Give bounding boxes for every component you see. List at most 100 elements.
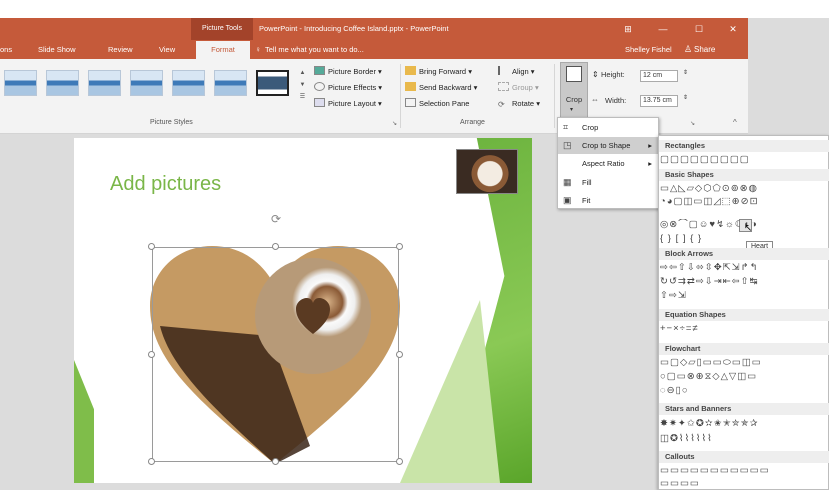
coffee-thumbnail-image[interactable]: [456, 149, 518, 194]
shapes-row[interactable]: ◔◕▢◫▭◫◿⬚⊕⊘⊡: [660, 196, 829, 208]
picture-border-button[interactable]: Picture Border ▾: [314, 65, 382, 79]
resize-handle[interactable]: [272, 458, 279, 465]
resize-handle[interactable]: [148, 243, 155, 250]
group-button[interactable]: Group ▾: [498, 81, 539, 95]
height-field[interactable]: 12 cm: [640, 70, 678, 82]
group-icon: [498, 82, 509, 91]
resize-handle[interactable]: [396, 351, 403, 358]
size-dialog-launcher-icon[interactable]: ↘: [690, 120, 695, 127]
resize-handle[interactable]: [148, 458, 155, 465]
top-strip: [0, 0, 829, 18]
picture-styles-group-label: Picture Styles: [150, 119, 193, 126]
tab-review[interactable]: Review: [108, 40, 133, 59]
arrange-group-label: Arrange: [460, 119, 485, 126]
shapes-row[interactable]: ◌⊖▯○: [660, 385, 829, 397]
picture-border-icon: [314, 66, 325, 75]
lightbulb-icon: ♀: [255, 45, 261, 54]
crop-button-label: Crop: [565, 95, 583, 104]
crop-to-shape-icon: ◳: [563, 140, 572, 150]
tab-addins[interactable]: ons: [0, 40, 12, 59]
selection-pane-icon: [405, 98, 416, 107]
shapes-section-header: Callouts: [659, 451, 829, 463]
shapes-section-header: Basic Shapes: [659, 169, 829, 181]
shapes-row[interactable]: ◫✪⌇⌇⌇⌇⌇⌇: [660, 433, 829, 445]
crop-dropdown-icon: ▾: [570, 107, 574, 113]
tab-slide-show[interactable]: Slide Show: [38, 40, 76, 59]
picture-style-thumb[interactable]: [214, 70, 247, 96]
shapes-row[interactable]: ⇧⇨⇲: [660, 290, 829, 302]
width-icon: ⇔: [591, 95, 599, 104]
height-label: Height:: [601, 70, 625, 79]
picture-selection-box: [152, 247, 399, 462]
maximize-button[interactable]: ☐: [688, 18, 710, 40]
picture-style-thumb[interactable]: [130, 70, 163, 96]
mouse-cursor-icon: ↖: [744, 223, 753, 234]
bring-forward-button[interactable]: Bring Forward ▾: [405, 65, 472, 79]
picture-layout-button[interactable]: Picture Layout ▾: [314, 97, 382, 111]
align-icon: [498, 66, 509, 75]
shapes-row[interactable]: ▭△◺▱◇⬡⬠⊙⊚⊗◍: [660, 183, 829, 195]
user-name[interactable]: Shelley Fishel: [625, 40, 672, 59]
shapes-row[interactable]: ▭▢◇▱▯▭▭⬭▭◫▭: [660, 357, 829, 369]
crop-icon: ⌗: [563, 122, 569, 132]
rotation-handle-icon[interactable]: ⟳: [271, 212, 281, 226]
shapes-section-header: Block Arrows: [659, 248, 829, 260]
shapes-row[interactable]: ↻↺⇉⇄⇨⇩⇥⇤⇦⇧↹: [660, 276, 829, 288]
width-label: Width:: [605, 96, 627, 105]
shapes-row[interactable]: ▢▢▢▢▢▢▢▢▢: [660, 154, 829, 166]
shapes-row[interactable]: ▭▭▭▭▭▭▭▭▭▭▭: [660, 465, 829, 477]
shapes-row[interactable]: ○▢▭⊗⊕⧖◇△▽◫▭: [660, 371, 829, 383]
send-backward-icon: [405, 82, 416, 91]
picture-style-thumb[interactable]: [172, 70, 205, 96]
gallery-more-icon[interactable]: ☰: [299, 92, 306, 102]
align-button[interactable]: Align ▾: [498, 65, 535, 79]
shapes-row[interactable]: +−×÷=≠: [660, 323, 829, 335]
fill-icon: ▦: [563, 177, 572, 187]
picture-style-thumb[interactable]: [46, 70, 79, 96]
crop-menu-item-aspect-ratio[interactable]: Aspect Ratio ▸: [558, 155, 658, 172]
shapes-row[interactable]: { } [ ] { }: [660, 233, 829, 245]
share-button[interactable]: Share: [694, 40, 715, 59]
tell-me-search[interactable]: Tell me what you want to do...: [265, 40, 364, 59]
width-field[interactable]: 13.75 cm: [640, 95, 678, 107]
shapes-row[interactable]: ▭▭▭▭: [660, 478, 829, 490]
resize-handle[interactable]: [396, 243, 403, 250]
picture-effects-button[interactable]: Picture Effects ▾: [314, 81, 382, 95]
height-icon: ⇕: [592, 70, 599, 79]
minimize-button[interactable]: —: [652, 18, 674, 40]
picture-effects-icon: [314, 82, 325, 91]
fit-icon: ▣: [563, 195, 572, 205]
send-backward-button[interactable]: Send Backward ▾: [405, 81, 477, 95]
picture-style-thumb[interactable]: [4, 70, 37, 96]
gallery-up-icon[interactable]: ▲: [299, 68, 306, 78]
selection-pane-button[interactable]: Selection Pane: [405, 97, 469, 111]
tab-view[interactable]: View: [159, 40, 175, 59]
window-title: PowerPoint - Introducing Coffee Island.p…: [259, 24, 449, 33]
collapse-ribbon-icon[interactable]: ^: [733, 118, 737, 127]
resize-handle[interactable]: [272, 243, 279, 250]
shapes-row[interactable]: ⇨⇦⇧⇩⬄⇳✥⇱⇲↱↰: [660, 262, 829, 274]
gallery-down-icon[interactable]: ▼: [299, 80, 306, 90]
picture-style-thumb[interactable]: [88, 70, 121, 96]
dialog-launcher-icon[interactable]: ↘: [392, 120, 397, 127]
width-spinner-icon[interactable]: ⇕: [683, 94, 688, 101]
shapes-row[interactable]: ✸✷✦✩✪✫✬✭✮✯✰: [660, 418, 829, 430]
slide-title[interactable]: Add pictures: [110, 173, 221, 196]
bring-forward-icon: [405, 66, 416, 75]
person-icon: ♙: [684, 44, 693, 54]
resize-handle[interactable]: [396, 458, 403, 465]
resize-handle[interactable]: [148, 351, 155, 358]
context-tab-label: Picture Tools: [191, 18, 253, 40]
height-spinner-icon[interactable]: ⇕: [683, 69, 688, 76]
rotate-button[interactable]: ⟳ Rotate ▾: [498, 97, 540, 111]
tab-format[interactable]: Format: [196, 41, 250, 59]
picture-style-thumb-selected[interactable]: [256, 70, 289, 96]
close-button[interactable]: ✕: [722, 18, 744, 40]
shapes-section-header: Rectangles: [659, 140, 829, 152]
shapes-section-header: Stars and Banners: [659, 403, 829, 415]
ribbon-separator: [554, 64, 555, 128]
crop-icon: [566, 66, 582, 82]
picture-layout-icon: [314, 98, 325, 107]
ribbon-display-icon[interactable]: ⊞: [617, 18, 639, 40]
shapes-section-header: Flowchart: [659, 343, 829, 355]
